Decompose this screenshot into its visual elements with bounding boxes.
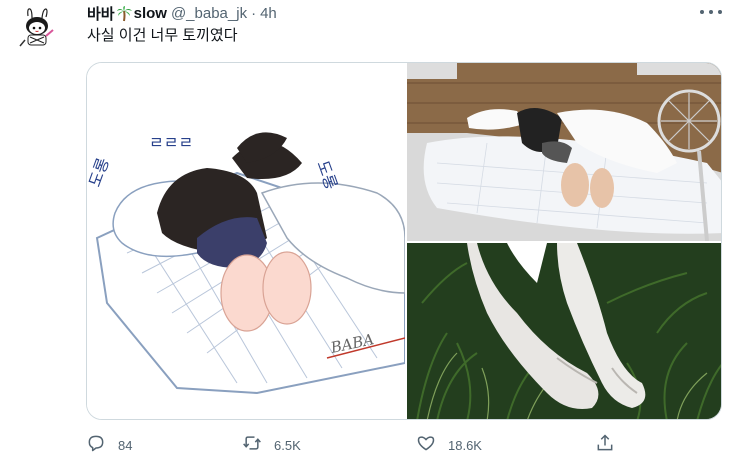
like-count: 18.6K [448,437,482,453]
retweet-button[interactable]: 6.5K [242,432,301,458]
retweet-icon [242,433,262,458]
share-button[interactable] [595,432,615,458]
more-icon[interactable] [700,6,722,18]
tweet: 바바 slow @_baba_jk · 4h 사실 이건 너무 토끼였다 도롱 … [0,0,743,468]
timestamp[interactable]: 4h [260,5,277,22]
reply-button[interactable]: 84 [86,432,132,458]
display-name-part2: slow [133,4,167,22]
avatar[interactable] [13,6,61,54]
palm-tree-icon [116,5,133,22]
share-icon [595,433,615,458]
illustration-image[interactable]: 도롱 도롱 ㄹㄹㄹ BABA [87,63,406,419]
tweet-actions: 84 6.5K 18.6K [86,432,626,458]
reply-icon [86,433,106,458]
tweet-text: 사실 이건 너무 토끼였다 [87,27,238,44]
zzz-text: ㄹㄹㄹ [149,133,193,152]
like-icon [416,433,436,458]
like-button[interactable]: 18.6K [416,432,482,458]
separator-dot: · [251,4,257,22]
retweet-count: 6.5K [274,437,301,453]
sfx-left: 도롱 [87,155,113,189]
photo-person-sleeping[interactable] [407,63,721,241]
display-name-part1: 바바 [87,5,115,23]
photo-rabbit-paws[interactable] [407,243,721,419]
tweet-header: 바바 slow @_baba_jk · 4h [87,3,277,23]
reply-count: 84 [118,437,133,453]
display-name[interactable]: 바바 slow [87,3,167,24]
media-grid[interactable]: 도롱 도롱 ㄹㄹㄹ BABA [86,62,722,420]
user-handle[interactable]: @_baba_jk [171,5,247,22]
